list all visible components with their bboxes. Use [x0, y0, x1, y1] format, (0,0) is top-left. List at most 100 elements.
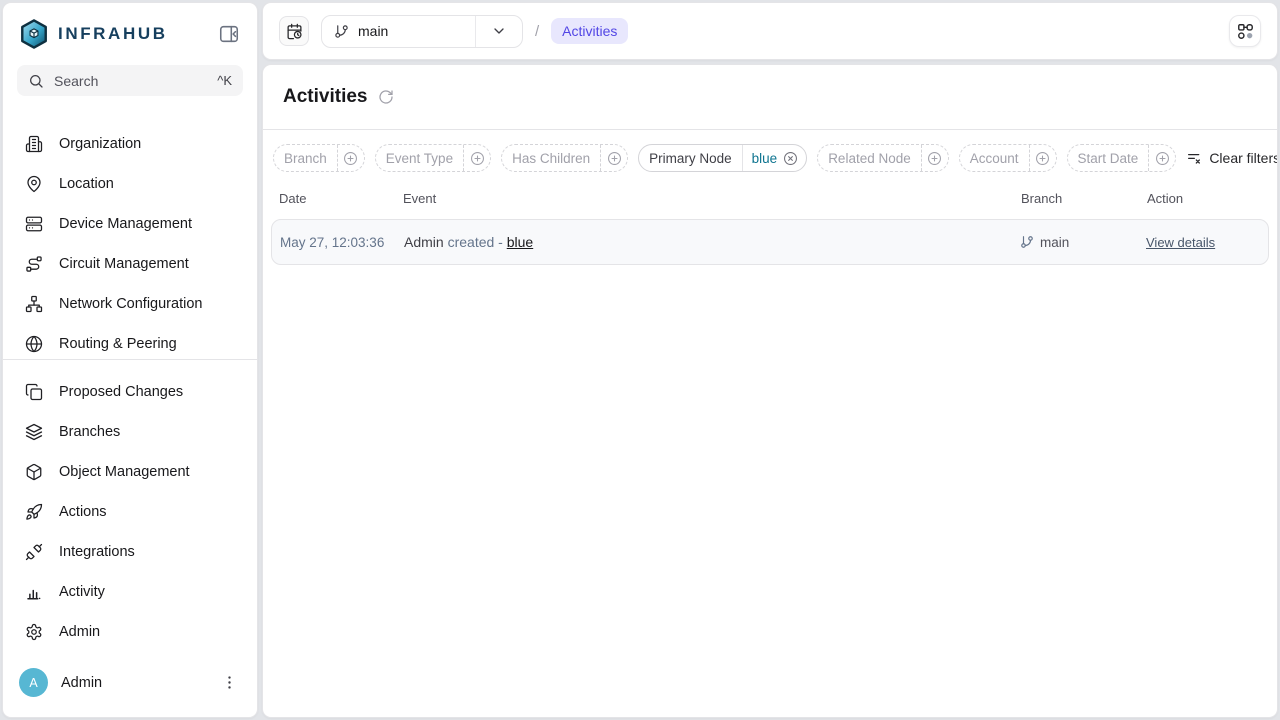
filter-chip-related-node[interactable]: Related Node: [817, 144, 949, 172]
sidebar-item-label: Actions: [59, 504, 107, 520]
add-filter-button[interactable]: [921, 145, 948, 171]
column-header-date: Date: [279, 191, 403, 206]
breadcrumb-separator: /: [535, 23, 539, 40]
event-actor: Admin: [404, 234, 444, 250]
plus-circle-icon: [607, 151, 622, 166]
filter-chip-label: Related Node: [818, 151, 921, 166]
column-header-action: Action: [1147, 191, 1269, 206]
filter-chip-label: Start Date: [1068, 151, 1149, 166]
gear-icon: [25, 623, 43, 641]
plus-circle-icon: [927, 151, 942, 166]
filter-chip-branch[interactable]: Branch: [273, 144, 365, 172]
sidebar-item-label: Object Management: [59, 464, 190, 480]
filter-chip-label: Primary Node: [639, 151, 742, 166]
chevron-down-icon: [491, 23, 507, 39]
search-placeholder: Search: [54, 73, 98, 89]
add-filter-button[interactable]: [1029, 145, 1056, 171]
calendar-clock-icon: [286, 23, 303, 40]
search-input[interactable]: Search ^K: [17, 65, 243, 96]
search-shortcut: ^K: [217, 73, 232, 88]
brand-wordmark: INFRAHUB: [58, 24, 168, 44]
row-branch: main: [1020, 235, 1146, 250]
sidebar-item-label: Activity: [59, 584, 105, 600]
filter-bar: Branch Event Type Has Children: [263, 130, 1277, 182]
infrahub-app: INFRAHUB Search ^K: [0, 0, 1280, 720]
sidebar-primary-menu: Organization Location Device Management: [3, 124, 257, 353]
sidebar-item-integrations[interactable]: Integrations: [15, 532, 245, 572]
sidebar-item-label: Routing & Peering: [59, 336, 177, 352]
filter-chip-value: blue: [742, 145, 807, 171]
page-title: Activities: [283, 86, 367, 108]
sidebar-item-label: Circuit Management: [59, 256, 189, 272]
event-separator: -: [498, 234, 503, 250]
filter-chip-label: Event Type: [376, 151, 463, 166]
add-filter-button[interactable]: [1148, 145, 1175, 171]
filter-chip-label: Has Children: [502, 151, 600, 166]
sidebar-item-proposed-changes[interactable]: Proposed Changes: [15, 372, 245, 412]
sidebar-divider: [3, 359, 257, 360]
git-branch-icon: [1020, 235, 1034, 249]
topbar: main / Activities: [262, 2, 1278, 60]
plus-circle-icon: [470, 151, 485, 166]
main-header: Activities: [263, 65, 1277, 130]
infrahub-hexagon-icon: [19, 19, 49, 49]
row-action: View details: [1146, 234, 1268, 250]
map-pin-icon: [25, 175, 43, 193]
user-options-button[interactable]: [217, 671, 241, 695]
infrahub-logo[interactable]: INFRAHUB: [19, 19, 168, 49]
branch-selector[interactable]: main: [321, 15, 523, 48]
file-diff-icon: [25, 383, 43, 401]
sidebar-item-actions[interactable]: Actions: [15, 492, 245, 532]
clear-filters-label: Clear filters: [1209, 150, 1278, 166]
filter-chip-has-children[interactable]: Has Children: [501, 144, 628, 172]
add-filter-button[interactable]: [463, 145, 490, 171]
route-icon: [25, 255, 43, 273]
table-row[interactable]: May 27, 12:03:36 Admin created - blue ma…: [271, 219, 1269, 265]
plus-circle-icon: [1035, 151, 1050, 166]
event-object-link[interactable]: blue: [507, 234, 533, 250]
filter-chip-start-date[interactable]: Start Date: [1067, 144, 1177, 172]
sidebar-item-activity[interactable]: Activity: [15, 572, 245, 612]
sidebar-item-device-management[interactable]: Device Management: [15, 204, 245, 244]
sidebar-item-label: Network Configuration: [59, 296, 202, 312]
sidebar-item-label: Location: [59, 176, 114, 192]
row-event: Admin created - blue: [404, 234, 1020, 250]
sidebar-item-organization[interactable]: Organization: [15, 124, 245, 164]
time-travel-button[interactable]: [279, 16, 309, 46]
sidebar-item-label: Integrations: [59, 544, 135, 560]
add-filter-button[interactable]: [600, 145, 627, 171]
globe-icon: [25, 335, 43, 353]
filter-chip-account[interactable]: Account: [959, 144, 1057, 172]
user-name: Admin: [61, 675, 102, 691]
filter-chip-primary-node[interactable]: Primary Node blue: [638, 144, 807, 172]
avatar: A: [19, 668, 48, 697]
kebab-menu-icon: [221, 674, 238, 691]
branch-selector-value: main: [322, 23, 475, 39]
view-details-link[interactable]: View details: [1146, 235, 1215, 250]
x-circle-icon: [783, 151, 798, 166]
branch-dropdown-toggle[interactable]: [475, 16, 522, 47]
sidebar-item-location[interactable]: Location: [15, 164, 245, 204]
right-column: main / Activities: [262, 2, 1278, 718]
sidebar-item-admin[interactable]: Admin: [15, 612, 245, 652]
sidebar-item-circuit-management[interactable]: Circuit Management: [15, 244, 245, 284]
clear-filters-button[interactable]: Clear filters: [1186, 150, 1278, 166]
table-header-row: Date Event Branch Action: [271, 182, 1269, 219]
plug-icon: [25, 543, 43, 561]
add-filter-button[interactable]: [337, 145, 364, 171]
sidebar-item-object-management[interactable]: Object Management: [15, 452, 245, 492]
tasks-button[interactable]: [1229, 15, 1261, 47]
sidebar-item-network-configuration[interactable]: Network Configuration: [15, 284, 245, 324]
remove-filter-button[interactable]: [783, 151, 798, 166]
collapse-sidebar-button[interactable]: [217, 22, 241, 46]
breadcrumb-activities[interactable]: Activities: [551, 18, 628, 44]
panel-collapse-icon: [218, 23, 240, 45]
sidebar-item-routing-peering[interactable]: Routing & Peering: [15, 324, 245, 353]
refresh-button[interactable]: [377, 88, 395, 106]
refresh-icon: [378, 89, 394, 105]
user-menu[interactable]: A Admin: [3, 656, 257, 717]
filter-chip-event-type[interactable]: Event Type: [375, 144, 491, 172]
sidebar-item-branches[interactable]: Branches: [15, 412, 245, 452]
branch-name: main: [358, 23, 388, 39]
git-branch-icon: [334, 24, 349, 39]
